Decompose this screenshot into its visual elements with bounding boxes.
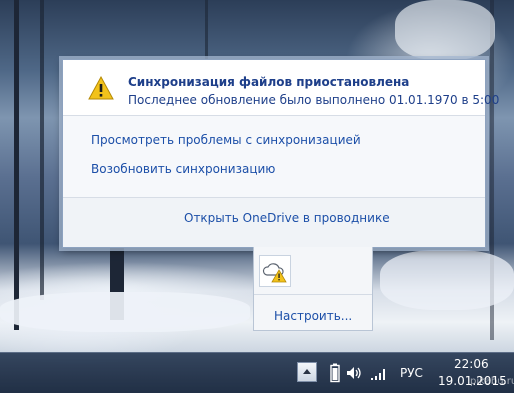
resume-sync-link[interactable]: Возобновить синхронизацию [91, 162, 275, 176]
snow-drift [380, 250, 514, 310]
show-hidden-icons-button[interactable] [297, 362, 317, 382]
onedrive-tray-button[interactable] [259, 255, 291, 287]
popup-footer: Открыть OneDrive в проводнике [63, 197, 485, 247]
chevron-up-icon [303, 369, 311, 374]
watermark: pikabu.ru [470, 376, 514, 387]
onedrive-warning-icon [262, 263, 287, 283]
snow-drift [0, 292, 250, 332]
snow-drift [395, 0, 495, 60]
input-language-indicator[interactable]: РУС [400, 366, 423, 380]
divider [254, 294, 372, 295]
onedrive-status-popup: Синхронизация файлов приостановлена Посл… [62, 59, 499, 248]
last-update-text: Последнее обновление было выполнено 01.0… [128, 93, 500, 107]
warning-triangle-icon [88, 76, 114, 100]
sync-status-title: Синхронизация файлов приостановлена [128, 75, 410, 89]
clock-time[interactable]: 22:06 [454, 357, 489, 371]
taskbar: РУС 22:06 19.01.2015 pikabu.ru [0, 352, 514, 393]
tree-trunk [205, 0, 208, 60]
view-sync-problems-link[interactable]: Просмотреть проблемы с синхронизацией [91, 133, 361, 147]
tree-trunk [14, 0, 19, 330]
volume-icon[interactable] [346, 365, 362, 381]
network-signal-icon[interactable] [370, 365, 388, 381]
divider [63, 197, 485, 198]
popup-header: Синхронизация файлов приостановлена Посл… [63, 60, 499, 115]
open-onedrive-folder-link[interactable]: Открыть OneDrive в проводнике [184, 211, 390, 225]
tree-trunk [40, 0, 44, 300]
tray-overflow-panel: Настроить... [253, 247, 373, 331]
battery-icon[interactable] [330, 363, 340, 383]
customize-link[interactable]: Настроить... [274, 309, 352, 323]
divider [63, 115, 485, 116]
